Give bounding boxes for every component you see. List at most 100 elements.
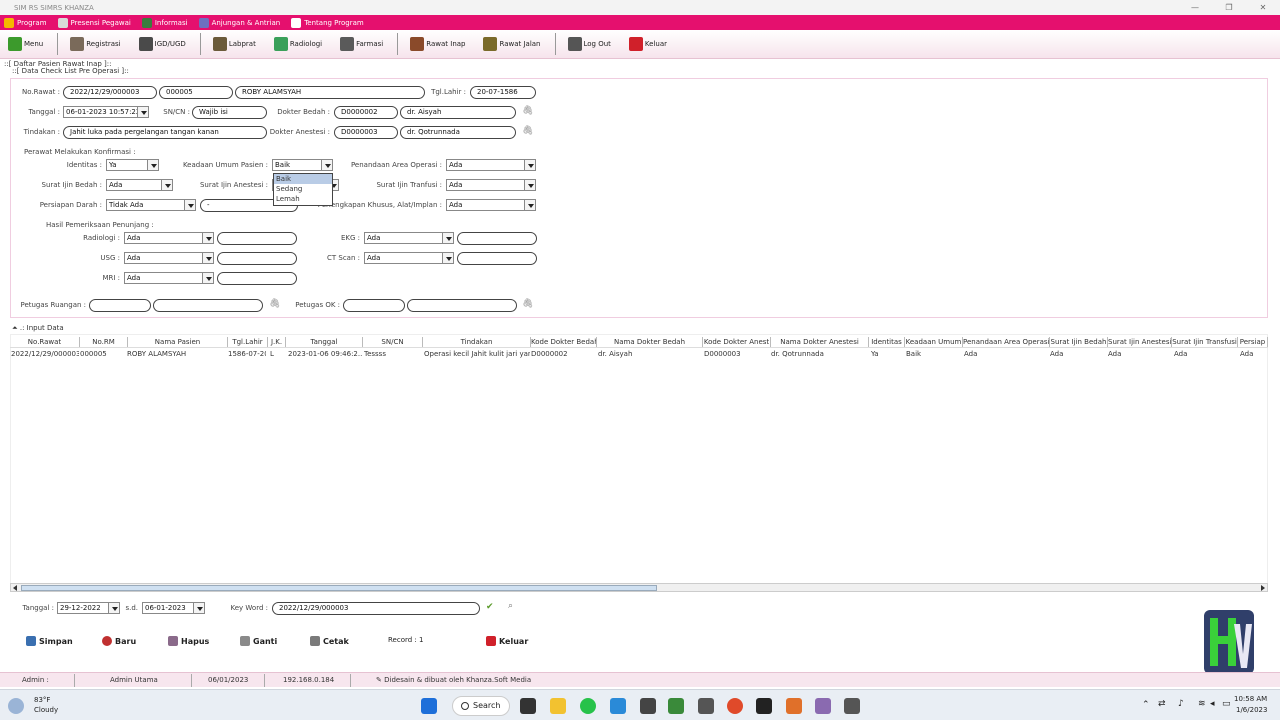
dropdown-option[interactable]: Lemah	[274, 194, 332, 204]
input-data-toggle[interactable]: ⏶ .: Input Data	[12, 324, 64, 333]
column-header[interactable]: Keadaan Umum	[905, 337, 963, 347]
column-header[interactable]: Nama Pasien	[128, 337, 228, 347]
perlengkapan-khusus-select[interactable]: Ada	[446, 199, 536, 211]
app-icon[interactable]	[815, 698, 831, 714]
task-view-icon[interactable]	[520, 698, 536, 714]
no-rawat-field[interactable]: 2022/12/29/000003	[63, 86, 157, 99]
app-icon[interactable]	[640, 698, 656, 714]
filter-from-date[interactable]: 29-12-2022	[57, 602, 120, 614]
maximize-button[interactable]: ❐	[1212, 0, 1246, 15]
petugas-ruangan-kode-field[interactable]	[89, 299, 151, 312]
checkmark-icon[interactable]: ✔	[486, 602, 494, 612]
horizontal-scrollbar[interactable]	[10, 583, 1268, 592]
microphone-icon[interactable]: ♪	[1178, 699, 1184, 709]
petugas-ok-nama-field[interactable]	[407, 299, 517, 312]
surat-ijin-transfusi-select[interactable]: Ada	[446, 179, 536, 191]
network-icon[interactable]: ⇄	[1158, 699, 1166, 709]
telegram-icon[interactable]	[610, 698, 626, 714]
keadaan-umum-select[interactable]: Baik	[272, 159, 333, 171]
column-header[interactable]: Kode Dokter Anest	[703, 337, 771, 347]
mri-select[interactable]: Ada	[124, 272, 214, 284]
toolbar-lab-button[interactable]: Labprat	[205, 33, 266, 55]
file-explorer-icon[interactable]	[550, 698, 566, 714]
radiologi-keterangan-field[interactable]	[217, 232, 297, 245]
usg-keterangan-field[interactable]	[217, 252, 297, 265]
no-rm-field[interactable]: 000005	[159, 86, 233, 99]
paperclip-icon[interactable]: 🖇	[522, 299, 533, 309]
toolbar-logout-button[interactable]: Log Out	[560, 33, 621, 55]
paperclip-icon[interactable]: 🖇	[522, 126, 533, 136]
tgl-lahir-field[interactable]: 20-07-1586	[470, 86, 536, 99]
scroll-right-icon[interactable]	[1258, 584, 1267, 591]
column-header[interactable]: Tanggal	[286, 337, 363, 347]
dokter-bedah-nama-field[interactable]: dr. Aisyah	[400, 106, 516, 119]
app-icon[interactable]	[668, 698, 684, 714]
paperclip-icon[interactable]: 🖇	[522, 106, 533, 116]
toolbar-farmasi-button[interactable]: Farmasi	[332, 33, 393, 55]
paperclip-icon[interactable]: 🖇	[269, 299, 280, 309]
battery-icon[interactable]: ▭	[1222, 699, 1231, 709]
simpan-button[interactable]: Simpan	[26, 636, 73, 646]
column-header[interactable]: No.RM	[80, 337, 128, 347]
toolbar-radiologi-button[interactable]: Radiologi	[266, 33, 332, 55]
app-icon[interactable]	[844, 698, 860, 714]
filter-to-date[interactable]: 06-01-2023	[142, 602, 205, 614]
column-header[interactable]: Surat Ijin Transfusi	[1172, 337, 1238, 347]
column-header[interactable]: Surat Ijin Anestesi	[1108, 337, 1172, 347]
usg-select[interactable]: Ada	[124, 252, 214, 264]
mri-keterangan-field[interactable]	[217, 272, 297, 285]
dokter-anestesi-kode-field[interactable]: D0000003	[334, 126, 398, 139]
cetak-button[interactable]: Cetak	[310, 636, 349, 646]
toolbar-registrasi-button[interactable]: Registrasi	[62, 33, 130, 55]
column-header[interactable]: SN/CN	[363, 337, 423, 347]
menu-informasi[interactable]: Informasi	[138, 17, 195, 28]
chevron-up-icon[interactable]: ⌃	[1142, 700, 1150, 710]
windows-start-icon[interactable]	[421, 698, 437, 714]
column-header[interactable]: Penandaan Area Operasi	[963, 337, 1050, 347]
toolbar-igd-button[interactable]: IGD/UGD	[131, 33, 196, 55]
hapus-button[interactable]: Hapus	[168, 636, 209, 646]
ctscan-select[interactable]: Ada	[364, 252, 454, 264]
terminal-icon[interactable]	[756, 698, 772, 714]
keluar-button[interactable]: Keluar	[486, 636, 528, 646]
taskbar-search[interactable]: Search	[452, 696, 510, 716]
surat-ijin-bedah-select[interactable]: Ada	[106, 179, 173, 191]
column-header[interactable]: Persiap	[1238, 337, 1268, 347]
minimize-button[interactable]: —	[1178, 0, 1212, 15]
ganti-button[interactable]: Ganti	[240, 636, 277, 646]
column-header[interactable]: Tindakan	[423, 337, 531, 347]
toolbar-rawat-jalan-button[interactable]: Rawat Jalan	[475, 33, 550, 55]
toolbar-rawat-inap-button[interactable]: Rawat Inap	[402, 33, 475, 55]
column-header[interactable]: Identitas	[869, 337, 905, 347]
column-header[interactable]: Tgl.Lahir	[228, 337, 268, 347]
column-header[interactable]: No.Rawat	[10, 337, 80, 347]
menu-presensi[interactable]: Presensi Pegawai	[54, 17, 138, 28]
scroll-left-icon[interactable]	[11, 584, 20, 591]
column-header[interactable]: J.K.	[268, 337, 286, 347]
menu-program[interactable]: Program	[0, 17, 54, 28]
persiapan-darah-select[interactable]: Tidak Ada	[106, 199, 196, 211]
penandaan-select[interactable]: Ada	[446, 159, 536, 171]
menu-tentang[interactable]: Tentang Program	[287, 17, 371, 28]
column-header[interactable]: Surat Ijin Bedah	[1050, 337, 1108, 347]
petugas-ok-kode-field[interactable]	[343, 299, 405, 312]
whatsapp-icon[interactable]	[580, 698, 596, 714]
ekg-keterangan-field[interactable]	[457, 232, 537, 245]
column-header[interactable]: Nama Dokter Bedah	[597, 337, 703, 347]
table-row[interactable]: 2022/12/29/000003 000005 ROBY ALAMSYAH 1…	[10, 349, 1268, 360]
dokter-anestesi-nama-field[interactable]: dr. Qotrunnada	[400, 126, 516, 139]
wifi-icon[interactable]: ≋	[1198, 699, 1206, 709]
dropdown-option[interactable]: Sedang	[274, 184, 332, 194]
keyword-input[interactable]: 2022/12/29/000003	[272, 602, 480, 615]
tanggal-picker[interactable]: 06-01-2023 10:57:22	[63, 106, 149, 118]
radiologi-select[interactable]: Ada	[124, 232, 214, 244]
menu-anjungan[interactable]: Anjungan & Antrian	[195, 17, 288, 28]
app-icon[interactable]	[698, 698, 714, 714]
clock-date[interactable]: 1/6/2023	[1236, 706, 1267, 714]
weather-temp[interactable]: 83°F	[34, 696, 50, 704]
column-header[interactable]: Kode Dokter Bedah	[531, 337, 597, 347]
search-icon[interactable]: ⌕	[508, 601, 513, 611]
ekg-select[interactable]: Ada	[364, 232, 454, 244]
dokter-bedah-kode-field[interactable]: D0000002	[334, 106, 398, 119]
tindakan-field[interactable]: Jahit luka pada pergelangan tangan kanan	[63, 126, 267, 139]
